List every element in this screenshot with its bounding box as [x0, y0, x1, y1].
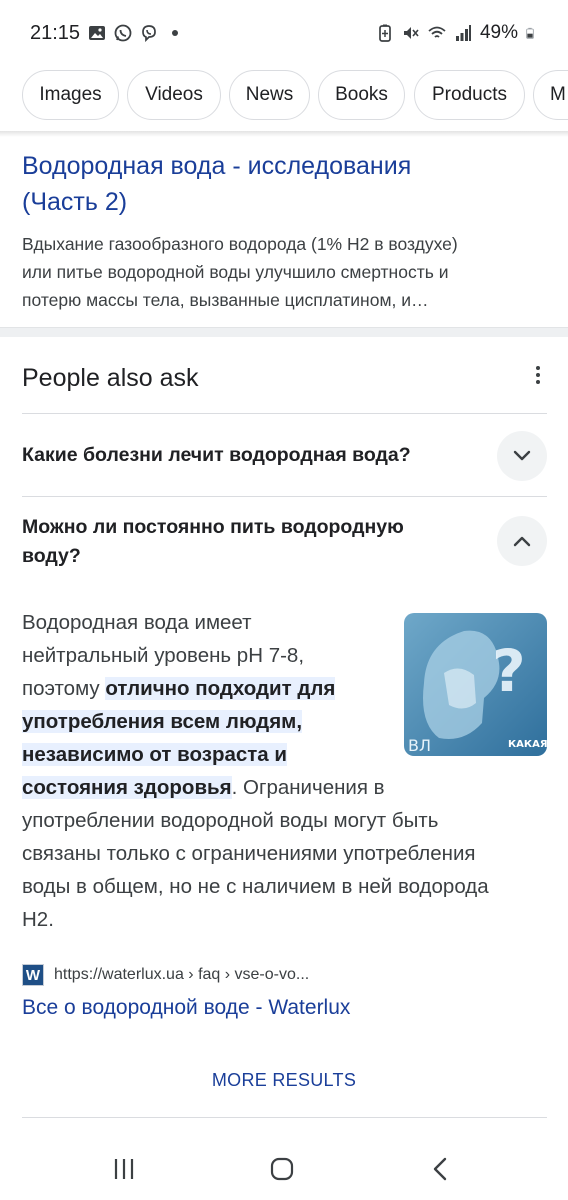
- battery-icon: [526, 27, 534, 39]
- answer-highlight: употребления всем людям,: [22, 710, 303, 733]
- battery-percentage: 49%: [479, 22, 518, 43]
- snippet-line: Вдыхание газообразного водорода (1% H2 в…: [22, 234, 458, 254]
- status-time: 21:15: [30, 22, 81, 44]
- answer-line: воды в общем, но не с наличием в ней вод…: [22, 875, 489, 898]
- answer-thumbnail-image[interactable]: ? ВЛ КАКАЯ О: [404, 613, 547, 756]
- paa-question-1[interactable]: Какие болезни лечит водородная вода?: [22, 441, 462, 470]
- viber-icon: [142, 25, 156, 42]
- bottom-divider: [22, 1117, 547, 1118]
- back-icon: [433, 1157, 447, 1181]
- question-text: Какие болезни лечит водородная вода?: [22, 444, 411, 466]
- result-title-line: Водородная вода - исследования: [22, 152, 412, 180]
- answer-source[interactable]: W https://waterlux.ua › faq › vse-o-vo..…: [22, 964, 309, 986]
- image-caption: КАКАЯ О: [508, 739, 547, 750]
- answer-highlight: отлично подходит для: [105, 677, 336, 700]
- chips-shadow: [0, 131, 568, 137]
- question-text: воду?: [22, 545, 81, 567]
- recents-button[interactable]: [106, 1154, 142, 1184]
- collapse-question-2-button[interactable]: [497, 516, 547, 566]
- whatsapp-icon: [114, 24, 132, 42]
- paa-divider: [22, 413, 547, 414]
- system-icons: 49%: [376, 22, 538, 44]
- answer-highlight: состояния здоровья: [22, 776, 232, 799]
- signal-icon: [455, 25, 471, 41]
- more-results-button[interactable]: MORE RESULTS: [0, 1070, 568, 1091]
- chip-videos[interactable]: Videos: [127, 70, 221, 120]
- answer-line: связаны только с ограничениями употребле…: [22, 842, 476, 865]
- answer-line: употреблении водородной воды могут быть: [22, 809, 439, 832]
- chevron-down-icon: [513, 450, 531, 461]
- wifi-icon: [428, 26, 446, 38]
- people-also-ask-heading: People also ask: [22, 364, 199, 392]
- image-corner-text: ВЛ: [408, 736, 431, 755]
- more-options-icon[interactable]: [532, 366, 544, 388]
- mute-icon: [403, 27, 419, 39]
- svg-text:?: ?: [492, 637, 526, 705]
- search-filter-chips: Images Videos News Books Products M: [0, 70, 568, 124]
- answer-highlight: независимо от возраста и: [22, 743, 288, 766]
- paa-question-2[interactable]: Можно ли постоянно пить водородную воду?: [22, 513, 462, 571]
- status-bar: 21:15 49%: [0, 0, 568, 66]
- result-title-link[interactable]: Водородная вода - исследования (Часть 2): [22, 148, 522, 220]
- answer-line: состояния здоровья. Ограничения в: [22, 776, 385, 799]
- back-button[interactable]: [422, 1154, 458, 1184]
- gallery-icon: [89, 26, 105, 40]
- paa-divider: [22, 496, 547, 497]
- snippet-line: или питье водородной воды улучшило смерт…: [22, 262, 449, 282]
- recents-icon: [114, 1159, 134, 1179]
- chip-images[interactable]: Images: [22, 70, 119, 120]
- chevron-up-icon: [513, 536, 531, 547]
- chip-products[interactable]: Products: [414, 70, 525, 120]
- waterlux-favicon: W: [22, 964, 44, 986]
- home-icon: [270, 1157, 294, 1181]
- home-button[interactable]: [264, 1154, 300, 1184]
- section-divider: [0, 327, 568, 337]
- result-snippet: Вдыхание газообразного водорода (1% H2 в…: [22, 230, 522, 314]
- snippet-line: потерю массы тела, вызванные цисплатином…: [22, 290, 429, 310]
- chip-more[interactable]: M: [533, 70, 568, 120]
- chip-news[interactable]: News: [229, 70, 310, 120]
- source-url: https://waterlux.ua › faq › vse-o-vo...: [54, 966, 310, 983]
- source-title-link[interactable]: Все о водородной воде - Waterlux: [22, 996, 350, 1020]
- result-title-line: (Часть 2): [22, 188, 128, 216]
- notification-icons: [88, 24, 184, 42]
- dot-icon: [172, 30, 178, 36]
- chip-books[interactable]: Books: [318, 70, 405, 120]
- battery-saver-icon: [379, 24, 391, 42]
- expand-question-1-button[interactable]: [497, 431, 547, 481]
- android-navigation-bar: [0, 1140, 568, 1200]
- question-text: Можно ли постоянно пить водородную: [22, 516, 404, 538]
- answer-line: H2.: [22, 908, 54, 931]
